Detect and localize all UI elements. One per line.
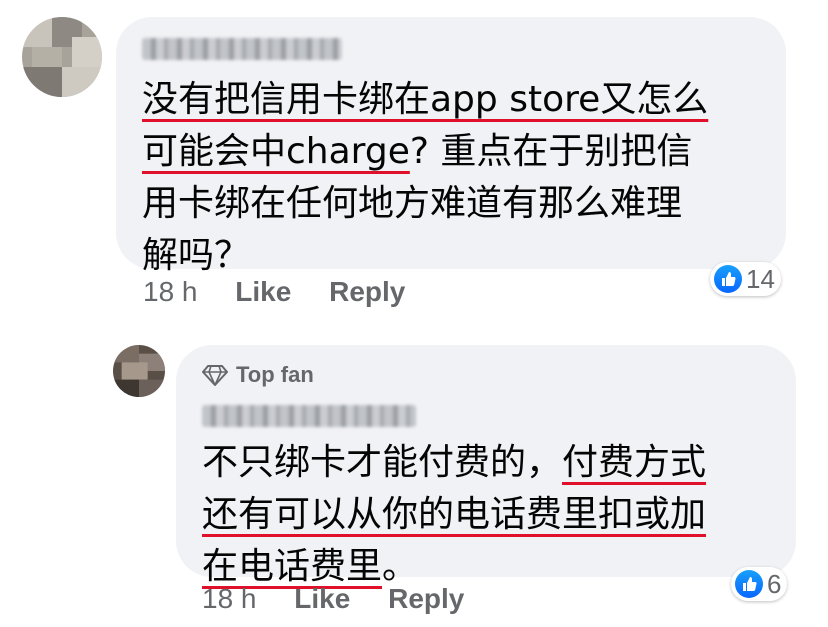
reaction-count: 14 [746, 263, 775, 294]
text-segment: 解吗？ [142, 235, 251, 276]
underlined-text: 在电话费里 [202, 546, 383, 587]
comment-time[interactable]: 18 h [143, 276, 198, 307]
reply-button[interactable]: Reply [388, 583, 464, 614]
underlined-text: 没有把信用卡绑在app store又怎么 [142, 79, 709, 120]
comment-line: 可能会中charge? 重点在于别把信 [142, 126, 708, 178]
underlined-text: 付费方式 [562, 442, 707, 483]
underlined-text: 可能会中charge [142, 131, 410, 172]
comment-text: 没有把信用卡绑在app store又怎么 可能会中charge? 重点在于别把信… [142, 74, 708, 282]
reply-button[interactable]: Reply [329, 276, 405, 307]
like-button[interactable]: Like [235, 276, 291, 307]
comment-text: 不只绑卡才能付费的，付费方式 还有可以从你的电话费里扣或加 在电话费里。 [202, 437, 706, 593]
underlined-text: 还有可以从你的电话费里扣或加 [202, 494, 707, 535]
text-segment: 用卡绑在任何地方难道有那么难理 [142, 183, 683, 224]
commenter-name-redacted[interactable] [142, 38, 342, 60]
comment-line: 没有把信用卡绑在app store又怎么 [142, 74, 708, 126]
reaction-count: 6 [767, 568, 782, 599]
text-segment: 不只绑卡才能付费的， [202, 442, 563, 483]
comment-actions: 18 h Like Reply [143, 276, 405, 308]
text-segment: ? 重点在于别把信 [409, 131, 693, 172]
commenter-name-redacted[interactable] [202, 405, 416, 427]
reaction-summary[interactable]: 6 [731, 567, 788, 601]
diamond-icon [202, 365, 228, 386]
thumbs-up-icon [714, 265, 742, 293]
top-fan-label: Top fan [236, 362, 314, 387]
top-fan-badge: Top fan [202, 362, 314, 388]
comment-time[interactable]: 18 h [202, 583, 257, 614]
comment-actions: 18 h Like Reply [202, 583, 464, 615]
text-segment: 。 [382, 546, 419, 587]
comment-line: 还有可以从你的电话费里扣或加 [202, 489, 706, 541]
thumbs-up-icon [735, 570, 763, 598]
commenter-avatar[interactable] [22, 17, 102, 97]
comment-line: 不只绑卡才能付费的，付费方式 [202, 437, 706, 489]
reaction-summary[interactable]: 14 [710, 262, 781, 296]
commenter-avatar[interactable] [113, 345, 165, 397]
comment-line: 用卡绑在任何地方难道有那么难理 [142, 178, 708, 230]
comment-line: 解吗？ [142, 230, 708, 282]
like-button[interactable]: Like [294, 583, 350, 614]
